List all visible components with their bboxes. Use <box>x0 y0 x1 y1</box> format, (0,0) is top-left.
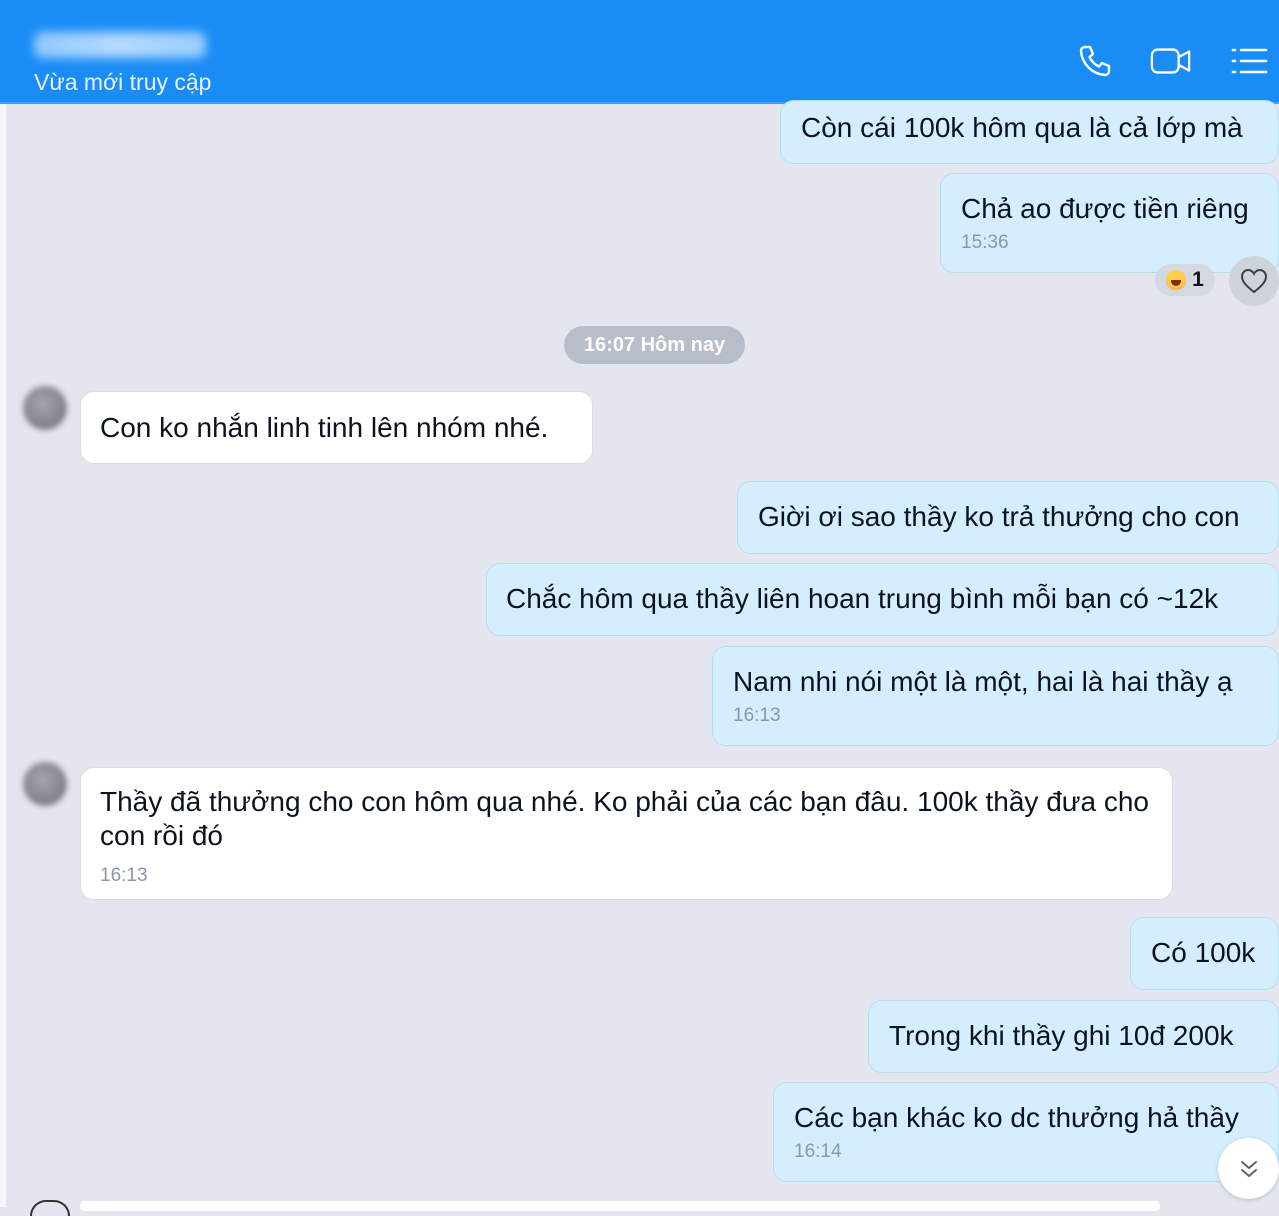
message-bubble-received <box>80 1201 1160 1211</box>
message-text: Con ko nhắn linh tinh lên nhóm nhé. <box>100 412 549 443</box>
avatar <box>30 1200 70 1216</box>
message-text: Các bạn khác ko dc thưởng hả thầy <box>794 1102 1239 1133</box>
contact-name-blurred[interactable] <box>34 32 206 58</box>
message-text: Trong khi thầy ghi 10đ 200k <box>889 1020 1234 1051</box>
double-chevron-down-icon <box>1240 1160 1257 1177</box>
avatar[interactable] <box>23 762 67 806</box>
heart-react-button[interactable] <box>1229 256 1279 306</box>
menu-list-icon[interactable] <box>1228 40 1270 82</box>
message-bubble-received[interactable]: Thầy đã thưởng cho con hôm qua nhé. Ko p… <box>80 767 1173 900</box>
video-call-icon[interactable] <box>1150 40 1192 82</box>
message-bubble-sent[interactable]: Trong khi thầy ghi 10đ 200k <box>868 1000 1279 1073</box>
message-time: 16:13 <box>100 865 148 886</box>
message-bubble-received[interactable]: Con ko nhắn linh tinh lên nhóm nhé. <box>80 391 593 464</box>
message-bubble-sent[interactable]: Nam nhi nói một là một, hai là hai thầy … <box>712 646 1279 746</box>
laughing-emoji-icon <box>1166 270 1187 290</box>
message-text: Còn cái 100k hôm qua là cả lớp mà <box>801 112 1243 143</box>
message-text: Thầy đã thưởng cho con hôm qua nhé. Ko p… <box>100 786 1150 851</box>
chat-header: Vừa mới truy cập <box>0 0 1279 104</box>
window-edge <box>0 0 6 1207</box>
message-bubble-sent[interactable]: Có 100k <box>1130 917 1279 990</box>
message-time: 16:13 <box>733 705 781 726</box>
avatar[interactable] <box>23 386 67 430</box>
date-divider: 16:07 Hôm nay <box>564 326 745 364</box>
reaction-count: 1 <box>1192 268 1204 291</box>
phone-icon[interactable] <box>1074 40 1116 82</box>
message-text: Có 100k <box>1151 937 1256 968</box>
message-time: 16:14 <box>794 1141 842 1162</box>
reaction-badge[interactable]: 1 <box>1155 264 1215 296</box>
message-bubble-sent[interactable]: Giời ơi sao thầy ko trả thưởng cho con <box>737 481 1279 554</box>
message-text: Chả ao được tiền riêng <box>961 193 1249 224</box>
contact-status: Vừa mới truy cập <box>34 69 212 95</box>
message-bubble-sent[interactable]: Chắc hôm qua thầy liên hoan trung bình m… <box>486 563 1279 636</box>
message-bubble-sent[interactable]: Các bạn khác ko dc thưởng hả thầy 16:14 <box>773 1082 1279 1182</box>
message-time: 15:36 <box>961 232 1009 253</box>
message-text: Giời ơi sao thầy ko trả thưởng cho con <box>758 501 1240 532</box>
message-text: Nam nhi nói một là một, hai là hai thầy … <box>733 666 1233 697</box>
message-text: Chắc hôm qua thầy liên hoan trung bình m… <box>506 583 1219 614</box>
message-bubble-sent[interactable]: Còn cái 100k hôm qua là cả lớp mà <box>780 100 1279 164</box>
message-bubble-sent[interactable]: Chả ao được tiền riêng 15:36 <box>940 173 1279 273</box>
scroll-to-bottom-button[interactable] <box>1218 1138 1279 1199</box>
